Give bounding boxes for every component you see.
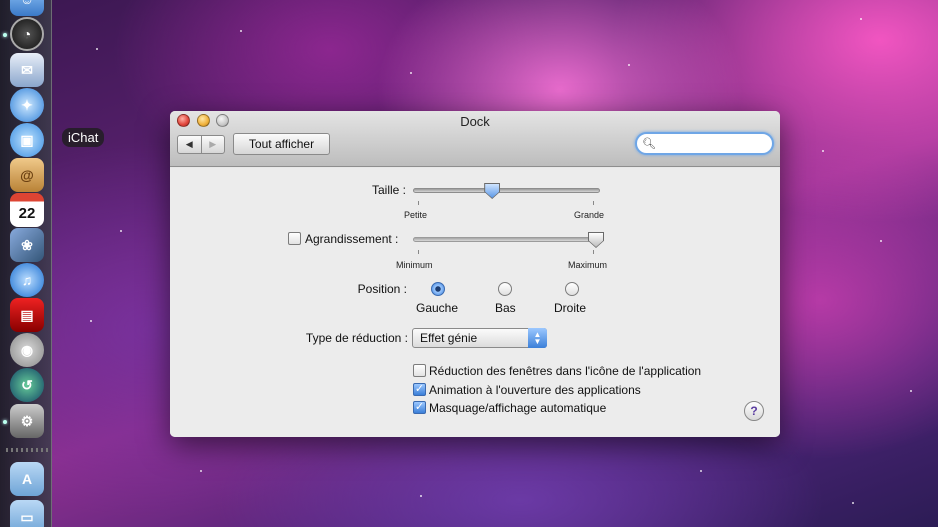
star — [90, 320, 92, 322]
star — [628, 64, 630, 66]
animate-opening-checkbox[interactable]: ✓ — [413, 383, 426, 396]
size-tick — [593, 201, 594, 205]
position-left-radio[interactable] — [431, 282, 445, 296]
preferences-body: Taille : Petite Grande Agrandissement : … — [170, 168, 780, 437]
size-min-label: Petite — [404, 210, 428, 220]
magnification-tick — [418, 250, 419, 254]
photo-booth-icon[interactable]: ▤ — [10, 298, 44, 332]
back-forward-control: ◀ ▶ — [177, 135, 225, 154]
system-preferences-icon[interactable]: ⚙ — [10, 404, 44, 438]
star — [96, 48, 98, 50]
title-bar: Dock ◀ ▶ Tout afficher 🔍︎ — [170, 111, 780, 167]
magnification-label: Agrandissement : — [305, 232, 399, 246]
star — [410, 72, 412, 74]
star — [200, 470, 202, 472]
star — [880, 240, 882, 242]
running-indicator — [3, 420, 7, 424]
finder-icon[interactable]: ☺ — [10, 0, 44, 16]
star — [822, 150, 824, 152]
dock-tooltip: iChat — [62, 128, 105, 147]
star — [120, 230, 122, 232]
minimize-effect-select[interactable]: Effet génie ▲ ▼ — [412, 328, 547, 348]
star — [860, 18, 862, 20]
back-arrow-icon[interactable]: ◀ — [178, 136, 202, 153]
size-slider[interactable] — [413, 188, 600, 193]
documents-folder-icon[interactable]: ▭ — [10, 500, 44, 527]
magnification-tick — [593, 250, 594, 254]
position-label: Position : — [357, 282, 407, 296]
star — [240, 30, 242, 32]
mail-icon[interactable]: ✉ — [10, 53, 44, 87]
minimize-into-app-icon-checkbox[interactable] — [413, 364, 426, 377]
dock-preferences-window: Dock ◀ ▶ Tout afficher 🔍︎ Taille : Petit… — [170, 111, 780, 437]
auto-hide-label: Masquage/affichage automatique — [429, 401, 607, 415]
magnification-slider-knob[interactable] — [589, 233, 603, 247]
animate-opening-label: Animation à l'ouverture des applications — [429, 383, 641, 397]
size-slider-knob[interactable] — [485, 184, 500, 198]
dvd-player-icon[interactable]: ◉ — [10, 333, 44, 367]
chevron-updown-icon: ▲ ▼ — [528, 328, 547, 348]
position-right-radio[interactable] — [565, 282, 579, 296]
running-indicator — [3, 33, 7, 37]
position-right-label: Droite — [554, 301, 587, 315]
auto-hide-checkbox[interactable]: ✓ — [413, 401, 426, 414]
magnification-min-label: Minimum — [396, 260, 433, 270]
search-input[interactable]: 🔍︎ — [635, 132, 774, 155]
magnification-slider[interactable] — [413, 237, 600, 242]
safari-icon[interactable]: ✦ — [10, 88, 44, 122]
forward-arrow-icon[interactable]: ▶ — [202, 136, 225, 153]
search-icon: 🔍︎ — [642, 138, 656, 150]
show-all-button[interactable]: Tout afficher — [233, 133, 330, 155]
minimize-into-app-icon-label: Réduction des fenêtres dans l'icône de l… — [429, 364, 702, 378]
position-left-label: Gauche — [416, 301, 459, 315]
position-bottom-radio[interactable] — [498, 282, 512, 296]
ichat-icon[interactable]: ▣ — [10, 123, 44, 157]
dock: ☺ ◔ ✉ ✦ ▣ @ 22 ❀ ♫ ▤ ◉ ↺ ⚙ A ▭ — [0, 0, 52, 527]
star — [700, 470, 702, 472]
window-title: Dock — [460, 114, 490, 129]
position-bottom-label: Bas — [495, 301, 516, 315]
help-button[interactable]: ? — [744, 401, 764, 421]
size-max-label: Grande — [574, 210, 605, 220]
address-book-icon[interactable]: @ — [10, 158, 44, 192]
dashboard-icon[interactable]: ◔ — [10, 17, 44, 51]
minimize-effect-label: Type de réduction : — [305, 331, 408, 345]
star — [910, 390, 912, 392]
minimize-effect-value: Effet génie — [420, 331, 478, 345]
dock-separator — [6, 448, 48, 452]
itunes-icon[interactable]: ♫ — [10, 263, 44, 297]
star — [420, 495, 422, 497]
ical-icon[interactable]: 22 — [10, 193, 44, 227]
applications-folder-icon[interactable]: A — [10, 462, 44, 496]
star — [852, 502, 854, 504]
magnification-checkbox[interactable] — [288, 232, 301, 245]
time-machine-icon[interactable]: ↺ — [10, 368, 44, 402]
magnification-max-label: Maximum — [568, 260, 608, 270]
size-tick — [418, 201, 419, 205]
iphoto-icon[interactable]: ❀ — [10, 228, 44, 262]
size-label: Taille : — [371, 183, 406, 197]
